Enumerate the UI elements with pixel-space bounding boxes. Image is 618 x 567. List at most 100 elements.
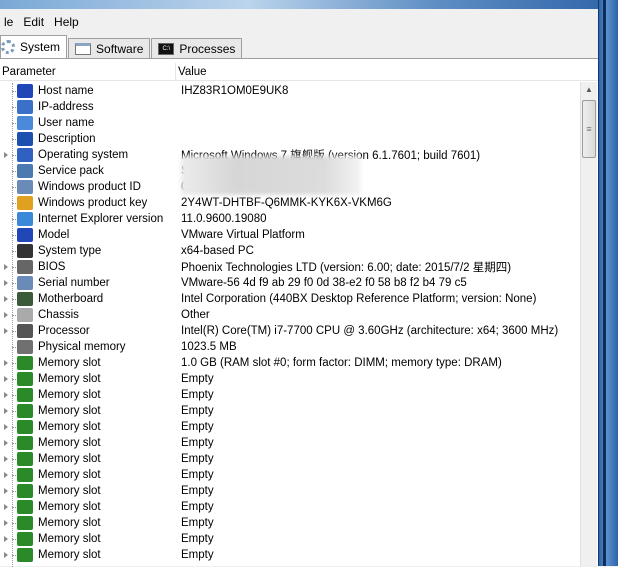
bios-chip-icon (17, 260, 33, 274)
list-item[interactable]: Internet Explorer version 11.0.9600.19080 (0, 211, 580, 227)
expand-arrow-icon[interactable] (4, 408, 8, 414)
list-item[interactable]: Description (0, 131, 580, 147)
list-item[interactable]: Model VMware Virtual Platform (0, 227, 580, 243)
list-item[interactable]: Memory slot Empty (0, 483, 580, 499)
expand-arrow-icon[interactable] (4, 424, 8, 430)
parameter-name: Physical memory (38, 341, 126, 353)
parameter-name: Memory slot (38, 533, 101, 545)
os-icon (17, 148, 33, 162)
parameter-name: IP-address (38, 101, 94, 113)
window-frame (598, 0, 618, 566)
ram-icon (17, 468, 33, 482)
parameter-name: Memory slot (38, 501, 101, 513)
list-item[interactable]: Memory slot Empty (0, 547, 580, 563)
menu-file[interactable]: le (0, 15, 19, 29)
expand-arrow-icon[interactable] (4, 552, 8, 558)
parameter-name: Description (38, 133, 96, 145)
expand-arrow-icon[interactable] (4, 376, 8, 382)
expand-arrow-icon[interactable] (4, 360, 8, 366)
list-item[interactable]: Serial number VMware-56 4d f9 ab 29 f0 0d… (0, 275, 580, 291)
expand-arrow-icon[interactable] (4, 392, 8, 398)
menu-edit[interactable]: Edit (19, 15, 50, 29)
parameter-value: Empty (181, 437, 214, 449)
tab-label: Software (96, 41, 144, 56)
expand-arrow-icon[interactable] (4, 456, 8, 462)
list-item[interactable]: Memory slot Empty (0, 499, 580, 515)
package-icon (17, 164, 33, 178)
column-value[interactable]: Value (176, 63, 207, 80)
parameter-value: Empty (181, 453, 214, 465)
scroll-thumb[interactable]: ≡ (582, 100, 596, 158)
console-icon: C:\ (158, 42, 175, 55)
list-item[interactable]: System type x64-based PC (0, 243, 580, 259)
tab-label: Processes (179, 41, 236, 56)
info-icon (17, 132, 33, 146)
expand-arrow-icon[interactable] (4, 488, 8, 494)
vertical-scrollbar[interactable]: ▲ ≡ (580, 82, 597, 567)
parameter-name: User name (38, 117, 95, 129)
list-item[interactable]: Physical memory 1023.5 MB (0, 339, 580, 355)
expand-arrow-icon[interactable] (4, 312, 8, 318)
list-item[interactable]: Memory slot Empty (0, 371, 580, 387)
expand-arrow-icon[interactable] (4, 440, 8, 446)
window-icon (75, 42, 92, 55)
list-item[interactable]: BIOS Phoenix Technologies LTD (version: 6… (0, 259, 580, 275)
expand-arrow-icon[interactable] (4, 472, 8, 478)
list-item[interactable]: Memory slot 1.0 GB (RAM slot #0; form fac… (0, 355, 580, 371)
cpu-icon (17, 324, 33, 338)
menu-help[interactable]: Help (50, 15, 85, 29)
redacted-values (181, 156, 361, 195)
list-item[interactable]: Windows product key 2Y4WT-DHTBF-Q6MMK-KYK… (0, 195, 580, 211)
parameter-value: Other (181, 309, 210, 321)
parameter-name: Memory slot (38, 453, 101, 465)
expand-arrow-icon[interactable] (4, 536, 8, 542)
scroll-up-arrow-icon[interactable]: ▲ (581, 82, 597, 98)
parameter-name: Memory slot (38, 549, 101, 561)
parameter-value: Empty (181, 421, 214, 433)
hash-icon (17, 180, 33, 194)
parameter-value: Empty (181, 389, 214, 401)
list-item[interactable]: Memory slot Empty (0, 515, 580, 531)
expand-arrow-icon[interactable] (4, 264, 8, 270)
memory-icon (17, 340, 33, 354)
parameter-name: Memory slot (38, 421, 101, 433)
list-item[interactable]: Memory slot Empty (0, 387, 580, 403)
list-item[interactable]: Memory slot Empty (0, 451, 580, 467)
tab-system[interactable]: System (0, 35, 68, 58)
parameter-value: Intel(R) Core(TM) i7-7700 CPU @ 3.60GHz … (181, 325, 559, 337)
ram-icon (17, 452, 33, 466)
list-item[interactable]: Memory slot Empty (0, 419, 580, 435)
expand-arrow-icon[interactable] (4, 280, 8, 286)
list-item[interactable]: IP-address (0, 99, 580, 115)
list-item[interactable]: Chassis Other (0, 307, 580, 323)
hash-icon (17, 276, 33, 290)
parameter-value: Empty (181, 501, 214, 513)
list-item[interactable]: Memory slot Empty (0, 467, 580, 483)
expand-arrow-icon[interactable] (4, 328, 8, 334)
list-item[interactable]: Memory slot Empty (0, 403, 580, 419)
title-bar (0, 0, 618, 9)
parameter-name: Windows product ID (38, 181, 141, 193)
expand-arrow-icon[interactable] (4, 520, 8, 526)
key-icon (17, 196, 33, 210)
parameter-name: Memory slot (38, 485, 101, 497)
tab-label: System (20, 40, 61, 54)
list-item[interactable]: User name (0, 115, 580, 131)
parameter-value: VMware-56 4d f9 ab 29 f0 0d 38-e2 f0 58 … (181, 277, 467, 289)
tab-processes[interactable]: C:\ Processes (151, 38, 243, 58)
list-item[interactable]: Processor Intel(R) Core(TM) i7-7700 CPU @… (0, 323, 580, 339)
chassis-icon (17, 308, 33, 322)
tab-software[interactable]: Software (68, 38, 151, 58)
motherboard-icon (17, 292, 33, 306)
expand-arrow-icon[interactable] (4, 504, 8, 510)
list-item[interactable]: Host name IHZ83R1OM0E9UK8 (0, 83, 580, 99)
parameter-value: VMware Virtual Platform (181, 229, 305, 241)
list-item[interactable]: Memory slot Empty (0, 531, 580, 547)
column-parameter[interactable]: Parameter (0, 63, 176, 80)
expand-arrow-icon[interactable] (4, 152, 8, 158)
list-item[interactable]: Memory slot Empty (0, 435, 580, 451)
list-item[interactable]: Motherboard Intel Corporation (440BX Desk… (0, 291, 580, 307)
expand-arrow-icon[interactable] (4, 296, 8, 302)
parameter-name: System type (38, 245, 102, 257)
parameter-value: IHZ83R1OM0E9UK8 (181, 85, 289, 97)
